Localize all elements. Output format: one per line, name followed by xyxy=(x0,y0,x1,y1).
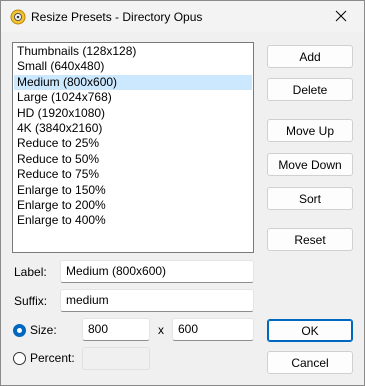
window-title: Resize Presets - Directory Opus xyxy=(31,10,203,24)
preset-list-item[interactable]: Enlarge to 150% xyxy=(14,183,252,198)
close-icon xyxy=(335,10,347,22)
preset-list-item[interactable]: 4K (3840x2160) xyxy=(14,121,252,136)
preset-list-item[interactable]: Reduce to 50% xyxy=(14,152,252,167)
preset-list-item[interactable]: Enlarge to 400% xyxy=(14,213,252,228)
move-down-button[interactable]: Move Down xyxy=(267,153,353,176)
ok-button[interactable]: OK xyxy=(267,319,353,342)
dialog-content: Thumbnails (128x128) Small (640x480) Mediu… xyxy=(1,32,364,385)
preset-list-item[interactable]: Thumbnails (128x128) xyxy=(14,44,252,59)
directory-opus-icon xyxy=(10,9,26,25)
resize-presets-dialog: Resize Presets - Directory Opus Thumbnai… xyxy=(0,0,365,386)
close-button[interactable] xyxy=(320,1,364,32)
preset-list[interactable]: Thumbnails (128x128) Small (640x480) Mediu… xyxy=(12,42,254,253)
size-radio[interactable] xyxy=(13,324,26,337)
label-caption: Label: xyxy=(14,265,47,279)
preset-list-item[interactable]: Large (1024x768) xyxy=(14,90,252,105)
preset-list-item[interactable]: Reduce to 75% xyxy=(14,167,252,182)
size-separator: x xyxy=(158,323,164,337)
reset-button[interactable]: Reset xyxy=(267,228,353,251)
label-input[interactable]: Medium (800x600) xyxy=(60,260,254,283)
suffix-input[interactable]: medium xyxy=(60,289,254,312)
size-height-input[interactable]: 600 xyxy=(172,318,254,341)
add-button[interactable]: Add xyxy=(267,45,353,68)
preset-list-item[interactable]: Small (640x480) xyxy=(14,59,252,74)
percent-caption: Percent: xyxy=(30,351,75,365)
sort-button[interactable]: Sort xyxy=(267,187,353,210)
delete-button[interactable]: Delete xyxy=(267,78,353,101)
move-up-button[interactable]: Move Up xyxy=(267,119,353,142)
preset-list-item[interactable]: Enlarge to 200% xyxy=(14,198,252,213)
preset-list-item[interactable]: HD (1920x1080) xyxy=(14,106,252,121)
size-caption: Size: xyxy=(30,323,57,337)
title-bar: Resize Presets - Directory Opus xyxy=(1,1,364,32)
size-width-input[interactable]: 800 xyxy=(82,318,150,341)
preset-list-item[interactable]: Medium (800x600) xyxy=(14,74,252,91)
suffix-caption: Suffix: xyxy=(14,294,48,308)
percent-input[interactable] xyxy=(82,347,150,370)
cancel-button[interactable]: Cancel xyxy=(267,351,353,374)
percent-radio[interactable] xyxy=(13,352,26,365)
preset-list-item[interactable]: Reduce to 25% xyxy=(14,136,252,151)
